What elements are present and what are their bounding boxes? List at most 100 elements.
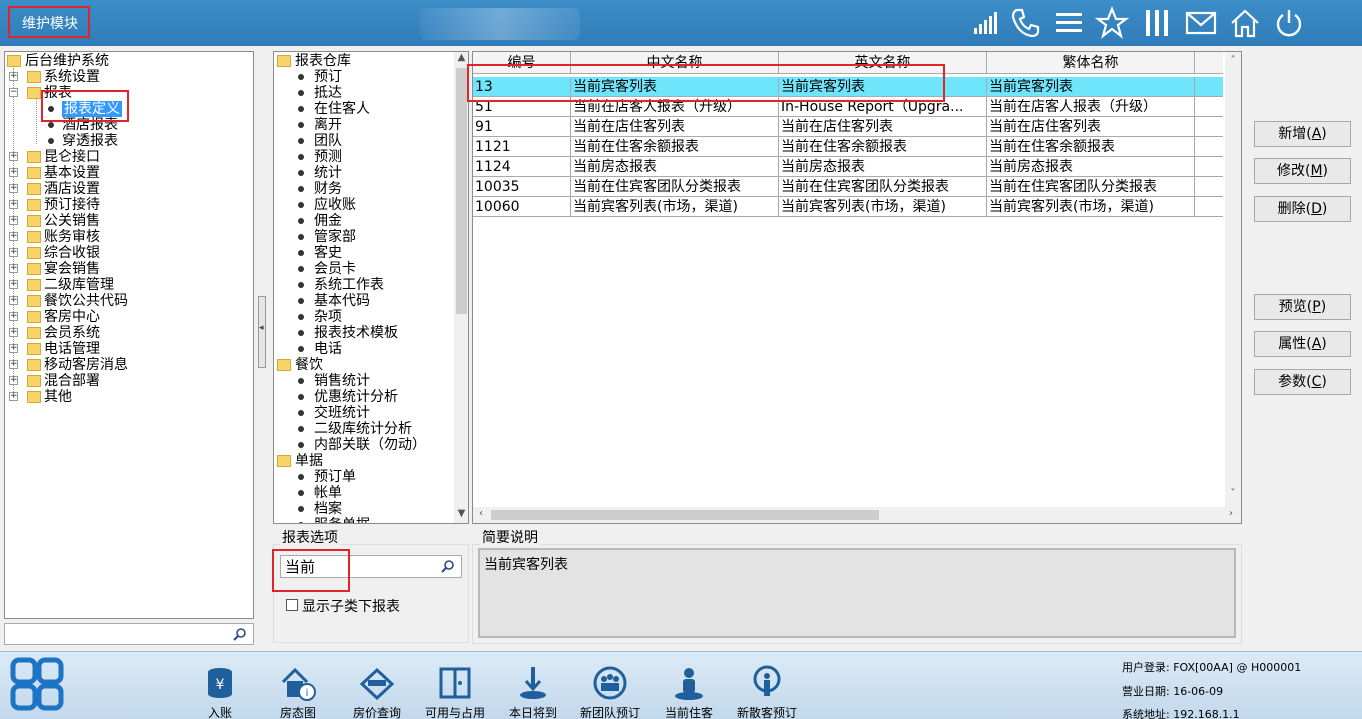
category-item[interactable]: 优惠统计分析 (314, 389, 398, 405)
category-item[interactable]: 团队 (314, 133, 342, 149)
category-item[interactable]: 基本代码 (314, 293, 370, 309)
toolbar-button-price-query[interactable]: 房价查询 (337, 664, 417, 719)
category-item[interactable]: 客史 (314, 245, 342, 261)
scroll-left-arrow[interactable]: ‹ (475, 508, 487, 519)
power-icon[interactable] (1272, 6, 1306, 40)
tree-item[interactable]: 昆仑接口 (44, 149, 100, 165)
tree-item[interactable]: 报表 (44, 85, 72, 101)
toolbar-button-house-info[interactable]: i 房态图 (258, 664, 338, 719)
tree-item[interactable]: 预订接待 (44, 197, 100, 213)
category-folder[interactable]: 单据 (295, 453, 323, 469)
tree-item[interactable]: 其他 (44, 389, 72, 405)
star-icon[interactable] (1095, 6, 1129, 40)
category-scrollbar[interactable]: ▲ ▼ (454, 52, 468, 523)
toolbar-button-arrival[interactable]: 本日将到 (493, 664, 573, 719)
category-item[interactable]: 财务 (314, 181, 342, 197)
tree-item[interactable]: 移动客房消息 (44, 357, 128, 373)
expand-toggle-icon[interactable]: + (9, 184, 18, 193)
expand-toggle-icon[interactable]: + (9, 360, 18, 369)
report-search-input[interactable] (280, 555, 462, 578)
search-icon[interactable] (233, 627, 247, 641)
category-item[interactable]: 应收账 (314, 197, 356, 213)
preview-button[interactable]: 预览(P) (1254, 294, 1351, 320)
system-tree[interactable]: 后台维护系统 + 系统设置 − 报表 报表定义 酒店报表 穿透报表 + 昆仑接口 + 基本设置 + 酒店… (4, 51, 254, 619)
tree-item[interactable]: 餐饮公共代码 (44, 293, 128, 309)
expand-toggle-icon[interactable]: − (9, 88, 18, 97)
category-item[interactable]: 系统工作表 (314, 277, 384, 293)
table-row[interactable]: 10060 当前宾客列表(市场，渠道) 当前宾客列表(市场，渠道) 当前宾客列表(市场… (473, 197, 1223, 217)
grid-vertical-scrollbar[interactable]: ˄ ˅ (1225, 52, 1241, 508)
tree-item[interactable]: 综合收银 (44, 245, 100, 261)
category-folder[interactable]: 报表仓库 (295, 53, 351, 69)
category-item[interactable]: 服务单据 (314, 517, 370, 523)
tree-item[interactable]: 报表定义 (62, 101, 122, 117)
category-item[interactable]: 杂项 (314, 309, 342, 325)
mail-icon[interactable] (1184, 6, 1218, 40)
tree-item[interactable]: 基本设置 (44, 165, 100, 181)
category-item[interactable]: 报表技术模板 (314, 325, 398, 341)
category-folder[interactable]: 餐饮 (295, 357, 323, 373)
expand-toggle-icon[interactable]: + (9, 232, 18, 241)
category-item[interactable]: 交班统计 (314, 405, 370, 421)
expand-toggle-icon[interactable]: + (9, 312, 18, 321)
columns-icon[interactable] (1140, 6, 1174, 40)
scroll-thumb[interactable] (456, 68, 467, 314)
tree-item[interactable]: 酒店设置 (44, 181, 100, 197)
expand-toggle-icon[interactable]: + (9, 216, 18, 225)
table-row[interactable]: 13 当前宾客列表 当前宾客列表 当前宾客列表 (473, 77, 1223, 97)
column-header-id[interactable]: 编号 (473, 52, 571, 74)
expand-toggle-icon[interactable]: + (9, 72, 18, 81)
toolbar-button-group-booking[interactable]: 新团队预订 (570, 664, 650, 719)
tree-item[interactable]: 酒店报表 (62, 117, 118, 133)
scroll-down-arrow[interactable]: ˅ (1225, 488, 1241, 499)
expand-toggle-icon[interactable]: + (9, 344, 18, 353)
expand-toggle-icon[interactable]: + (9, 328, 18, 337)
tree-item[interactable]: 二级库管理 (44, 277, 114, 293)
expand-toggle-icon[interactable]: + (9, 200, 18, 209)
tree-root[interactable]: 后台维护系统 (25, 53, 109, 69)
category-item[interactable]: 佣金 (314, 213, 342, 229)
table-row[interactable]: 51 当前在店客人报表（升级） In-House Report（Upgra... 当前… (473, 97, 1223, 117)
scroll-right-arrow[interactable]: › (1225, 508, 1237, 519)
tree-item[interactable]: 公关销售 (44, 213, 100, 229)
expand-toggle-icon[interactable]: + (9, 168, 18, 177)
show-subcategory-checkbox[interactable] (286, 599, 298, 611)
expand-toggle-icon[interactable]: + (9, 248, 18, 257)
table-row[interactable]: 91 当前在店住客列表 当前在店住客列表 当前在店住客列表 (473, 117, 1223, 137)
category-item[interactable]: 抵达 (314, 85, 342, 101)
report-grid[interactable]: 编号 中文名称 英文名称 繁体名称 13 当前宾客列表 当前宾客列表 当前宾客列表 51… (472, 51, 1242, 524)
scroll-thumb[interactable] (491, 510, 879, 520)
tree-item[interactable]: 账务审核 (44, 229, 100, 245)
category-item[interactable]: 会员卡 (314, 261, 356, 277)
expand-toggle-icon[interactable]: + (9, 376, 18, 385)
tree-item[interactable]: 宴会销售 (44, 261, 100, 277)
category-item[interactable]: 在住客人 (314, 101, 370, 117)
expand-toggle-icon[interactable]: + (9, 280, 18, 289)
scroll-down-arrow[interactable]: ▼ (454, 508, 468, 519)
scroll-up-arrow[interactable]: ▲ (454, 52, 468, 63)
category-item[interactable]: 档案 (314, 501, 342, 517)
properties-button[interactable]: 属性(A) (1254, 331, 1351, 357)
category-item[interactable]: 预订 (314, 69, 342, 85)
toolbar-button-yen-coins[interactable]: ¥ 入账 (180, 664, 260, 719)
menu-icon[interactable] (1052, 6, 1086, 40)
tree-item[interactable]: 混合部署 (44, 373, 100, 389)
expand-toggle-icon[interactable]: + (9, 392, 18, 401)
tree-item[interactable]: 穿透报表 (62, 133, 118, 149)
delete-button[interactable]: 删除(D) (1254, 196, 1351, 222)
expand-toggle-icon[interactable]: + (9, 152, 18, 161)
search-icon[interactable] (441, 559, 455, 573)
parameters-button[interactable]: 参数(C) (1254, 369, 1351, 395)
tree-item[interactable]: 客房中心 (44, 309, 100, 325)
expand-toggle-icon[interactable]: + (9, 296, 18, 305)
expand-toggle-icon[interactable]: + (9, 264, 18, 273)
category-item[interactable]: 统计 (314, 165, 342, 181)
category-item[interactable]: 离开 (314, 117, 342, 133)
splitter-handle[interactable]: ◂ (258, 296, 266, 368)
add-button[interactable]: 新增(A) (1254, 121, 1351, 147)
tree-search-input[interactable] (4, 623, 254, 645)
table-row[interactable]: 1121 当前在住客余额报表 当前在住客余额报表 当前在住客余额报表 (473, 137, 1223, 157)
tree-item[interactable]: 系统设置 (44, 69, 100, 85)
report-category-tree[interactable]: 报表仓库 预订 抵达 在住客人 离开 团队 预测 统计 财务 应收账 佣金 管家部 客史 会员卡 系统工作表… (273, 51, 469, 524)
category-item[interactable]: 二级库统计分析 (314, 421, 412, 437)
